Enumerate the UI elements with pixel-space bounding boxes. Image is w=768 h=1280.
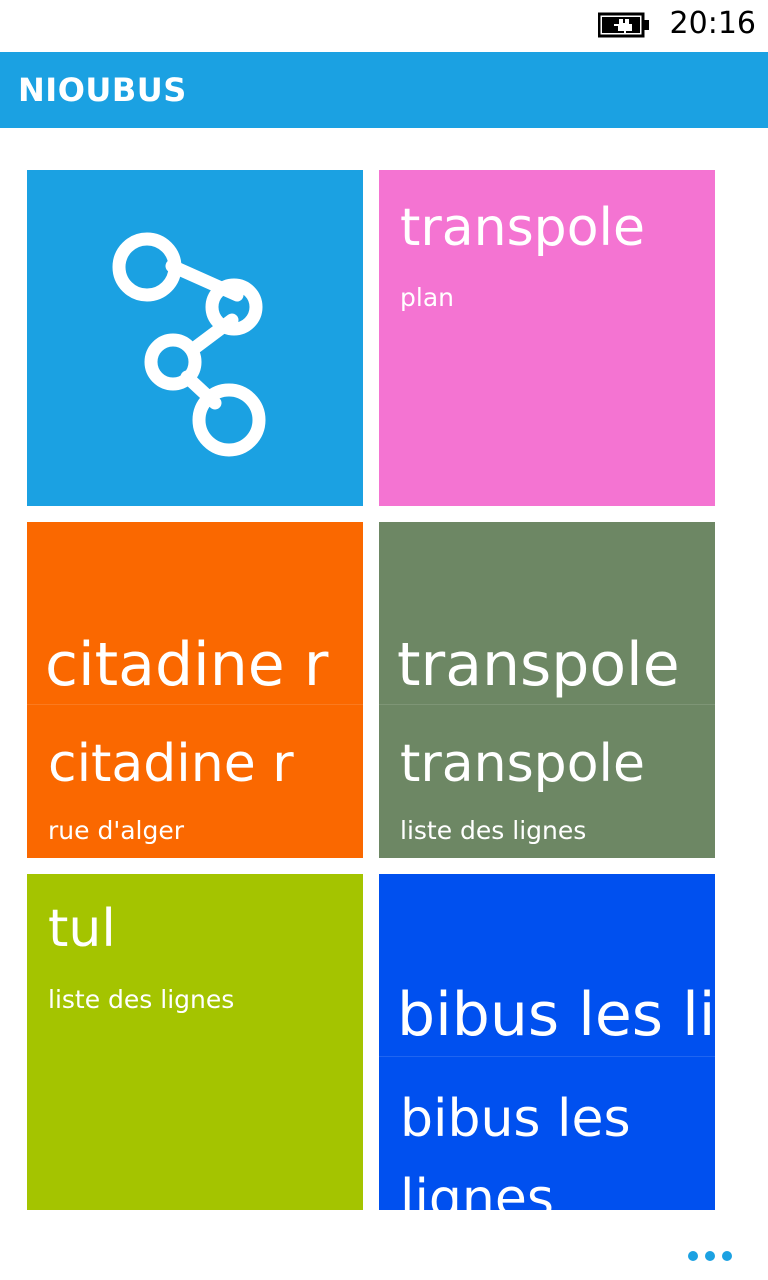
tile-title: transpole — [400, 198, 645, 258]
status-bar: 20:16 — [0, 0, 768, 50]
tile-title: citadine r — [48, 734, 294, 794]
tile-peek-title: citadine r — [45, 630, 329, 700]
tile-tul[interactable]: tul liste des lignes — [27, 874, 363, 1210]
tile-subtitle: rue d'alger — [48, 816, 184, 845]
tile-subtitle: liste des lignes — [400, 816, 587, 845]
tile-peek-title: transpole — [397, 630, 680, 700]
tile-bibus[interactable]: bibus les lig bibus les lignes — [379, 874, 715, 1210]
tile-subtitle: liste des lignes — [48, 985, 235, 1014]
tile-title: bibus les lignes — [400, 1089, 631, 1210]
tile-transpole-plan[interactable]: transpole plan — [379, 170, 715, 506]
more-dot — [722, 1251, 732, 1261]
more-dot — [688, 1251, 698, 1261]
tile-peek: transpole — [379, 522, 715, 705]
tile-content: transpole liste des lignes — [379, 705, 715, 858]
tile-peek: bibus les lig — [379, 874, 715, 1057]
route-share-icon — [112, 232, 266, 457]
tile-subtitle: plan — [400, 283, 454, 312]
app-header: NIOUBUS — [0, 52, 768, 128]
tile-peek: citadine r — [27, 522, 363, 705]
more-dot — [705, 1251, 715, 1261]
tile-citadine-r[interactable]: citadine r citadine r rue d'alger — [27, 522, 363, 858]
tile-route[interactable] — [27, 170, 363, 506]
tile-peek-title: bibus les lig — [397, 980, 715, 1050]
tile-transpole-lignes[interactable]: transpole transpole liste des lignes — [379, 522, 715, 858]
tile-title: transpole — [400, 734, 645, 794]
tile-content: citadine r rue d'alger — [27, 705, 363, 858]
tile-title: tul — [48, 899, 116, 959]
clock: 20:16 — [669, 6, 756, 41]
app-title: NIOUBUS — [18, 71, 187, 109]
more-ellipsis-icon[interactable] — [684, 1244, 736, 1268]
tile-content: bibus les lignes — [379, 1057, 715, 1210]
battery-charging-icon — [598, 12, 649, 38]
